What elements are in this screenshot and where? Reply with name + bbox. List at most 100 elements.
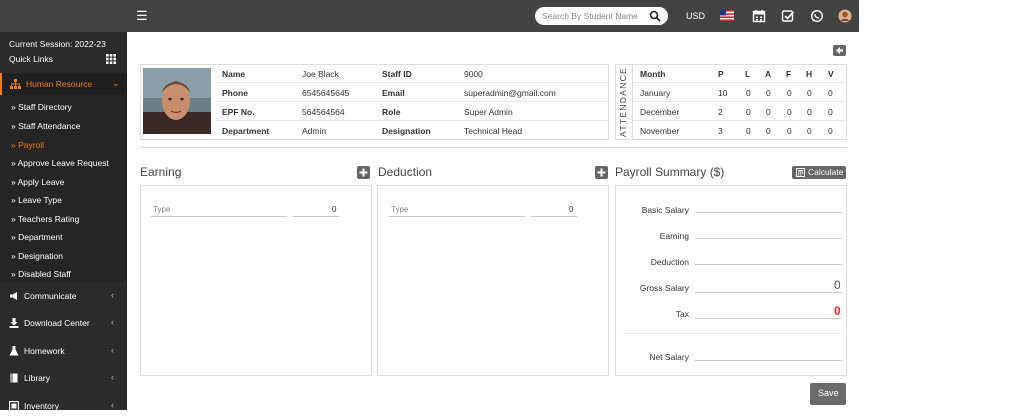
- menu-toggle-icon[interactable]: ☰: [136, 9, 148, 22]
- tax-input[interactable]: [695, 318, 842, 319]
- add-earning-button[interactable]: [357, 166, 370, 179]
- sidebar-item-library[interactable]: Library ‹: [0, 365, 127, 392]
- search-input[interactable]: [542, 10, 646, 22]
- search-box[interactable]: [535, 7, 668, 25]
- att-header-p: P: [718, 69, 724, 79]
- gross-salary-value: 0: [834, 278, 841, 292]
- att-cell: 3: [718, 126, 723, 136]
- task-check-icon[interactable]: [781, 9, 795, 23]
- chevron-left-icon: ‹: [111, 317, 114, 327]
- net-salary-input[interactable]: [695, 360, 842, 361]
- designation-label: Designation: [382, 126, 431, 136]
- attendance-vertical-label: ATTENDANCE: [615, 66, 631, 138]
- arrow-left-icon: [836, 47, 843, 54]
- net-salary-label: Net Salary: [649, 352, 689, 362]
- staffid-value: 9000: [464, 69, 483, 79]
- earning-type-input[interactable]: Type: [153, 205, 170, 214]
- calendar-icon[interactable]: [752, 9, 766, 23]
- att-cell: 0: [766, 107, 771, 117]
- sidebar-item-apply-leave[interactable]: » Apply Leave: [11, 177, 64, 187]
- earning-amount-input[interactable]: 0: [332, 205, 336, 214]
- sidebar: Current Session: 2022-23 Quick Links Hum…: [0, 32, 127, 411]
- earning-amount-underline: [293, 216, 339, 217]
- sidebar-item-disabled-staff[interactable]: » Disabled Staff: [11, 269, 71, 279]
- designation-value: Technical Head: [464, 126, 523, 136]
- deduction-amount-input[interactable]: 0: [569, 205, 573, 214]
- sidebar-item-leave-type[interactable]: » Leave Type: [11, 195, 62, 205]
- whatsapp-icon[interactable]: [810, 9, 824, 23]
- att-cell: 10: [718, 88, 728, 98]
- sidebar-item-human-resource[interactable]: Human Resource ⌄: [0, 73, 127, 95]
- epf-value: 564564564: [302, 107, 345, 117]
- quick-links-label[interactable]: Quick Links: [9, 54, 53, 64]
- sidebar-item-label: Communicate: [24, 291, 77, 301]
- sidebar-item-label: Human Resource: [26, 79, 93, 89]
- name-value: Joe Black: [302, 69, 339, 79]
- att-cell: 0: [828, 107, 833, 117]
- deduction-summary-input[interactable]: [695, 264, 842, 265]
- chevron-left-icon: ‹: [111, 345, 114, 355]
- us-flag-icon[interactable]: [720, 10, 734, 21]
- staffid-label: Staff ID: [382, 69, 412, 79]
- sidebar-item-download-center[interactable]: Download Center ‹: [0, 310, 127, 337]
- tax-label: Tax: [675, 309, 689, 319]
- sidebar-item-staff-directory[interactable]: » Staff Directory: [11, 102, 72, 112]
- current-session: Current Session: 2022-23: [9, 39, 106, 49]
- back-button[interactable]: [833, 45, 846, 56]
- role-label: Role: [382, 107, 401, 117]
- earning-summary-label: Earning: [659, 231, 689, 241]
- earning-type-underline: [151, 216, 287, 217]
- sidebar-item-staff-attendance[interactable]: » Staff Attendance: [11, 121, 80, 131]
- chevron-left-icon: ‹: [111, 400, 114, 410]
- row-divider: [633, 101, 846, 102]
- row-divider: [216, 120, 609, 121]
- plus-icon: [359, 168, 368, 177]
- grid-icon[interactable]: [106, 54, 116, 64]
- calculate-label: Calculate: [808, 167, 844, 177]
- deduction-title: Deduction: [378, 165, 433, 179]
- user-avatar-icon[interactable]: [838, 9, 852, 23]
- sidebar-item-designation[interactable]: » Designation: [11, 251, 63, 261]
- name-label: Name: [222, 69, 246, 79]
- chevron-left-icon: ‹: [111, 372, 114, 382]
- currency-selector[interactable]: USD: [686, 11, 705, 21]
- deduction-card: [377, 185, 609, 376]
- department-value: Admin: [302, 126, 327, 136]
- calculator-icon: [796, 168, 805, 177]
- payroll-summary-title: Payroll Summary ($): [615, 165, 725, 179]
- deduction-type-underline: [389, 216, 525, 217]
- att-cell: 0: [828, 126, 833, 136]
- phone-label: Phone: [222, 88, 248, 98]
- section-divider: [140, 147, 847, 148]
- sidebar-item-inventory[interactable]: Inventory ‹: [0, 393, 127, 420]
- sidebar-item-label: Homework: [24, 346, 65, 356]
- calculate-button[interactable]: Calculate: [792, 166, 846, 179]
- earning-summary-input[interactable]: [695, 238, 842, 239]
- earning-title: Earning: [140, 165, 182, 179]
- att-header-v: V: [828, 69, 834, 79]
- row-divider: [216, 101, 609, 102]
- att-cell: 0: [746, 107, 751, 117]
- gross-salary-input[interactable]: [695, 292, 842, 293]
- deduction-type-input[interactable]: Type: [391, 205, 408, 214]
- att-cell: 0: [766, 88, 771, 98]
- att-header-f: F: [786, 69, 792, 79]
- att-header-h: H: [806, 69, 813, 79]
- sidebar-item-homework[interactable]: Homework ‹: [0, 338, 127, 365]
- add-deduction-button[interactable]: [595, 166, 608, 179]
- sidebar-item-department[interactable]: » Department: [11, 232, 63, 242]
- att-cell: January: [640, 88, 671, 98]
- human-resource-submenu: » Staff Directory » Staff Attendance » P…: [0, 95, 127, 282]
- att-header-l: L: [745, 69, 751, 79]
- basic-salary-label: Basic Salary: [641, 205, 689, 215]
- row-divider: [633, 82, 846, 83]
- sidebar-item-teachers-rating[interactable]: » Teachers Rating: [11, 214, 79, 224]
- sidebar-item-payroll[interactable]: » Payroll: [11, 140, 44, 150]
- att-header-a: A: [765, 69, 772, 79]
- search-icon[interactable]: [649, 10, 661, 22]
- save-button[interactable]: Save: [810, 383, 846, 405]
- basic-salary-input[interactable]: [695, 212, 842, 213]
- sidebar-item-approve-leave-request[interactable]: » Approve Leave Request: [11, 158, 109, 168]
- attendance-divider: [632, 64, 633, 140]
- sidebar-item-communicate[interactable]: Communicate ‹: [0, 283, 127, 310]
